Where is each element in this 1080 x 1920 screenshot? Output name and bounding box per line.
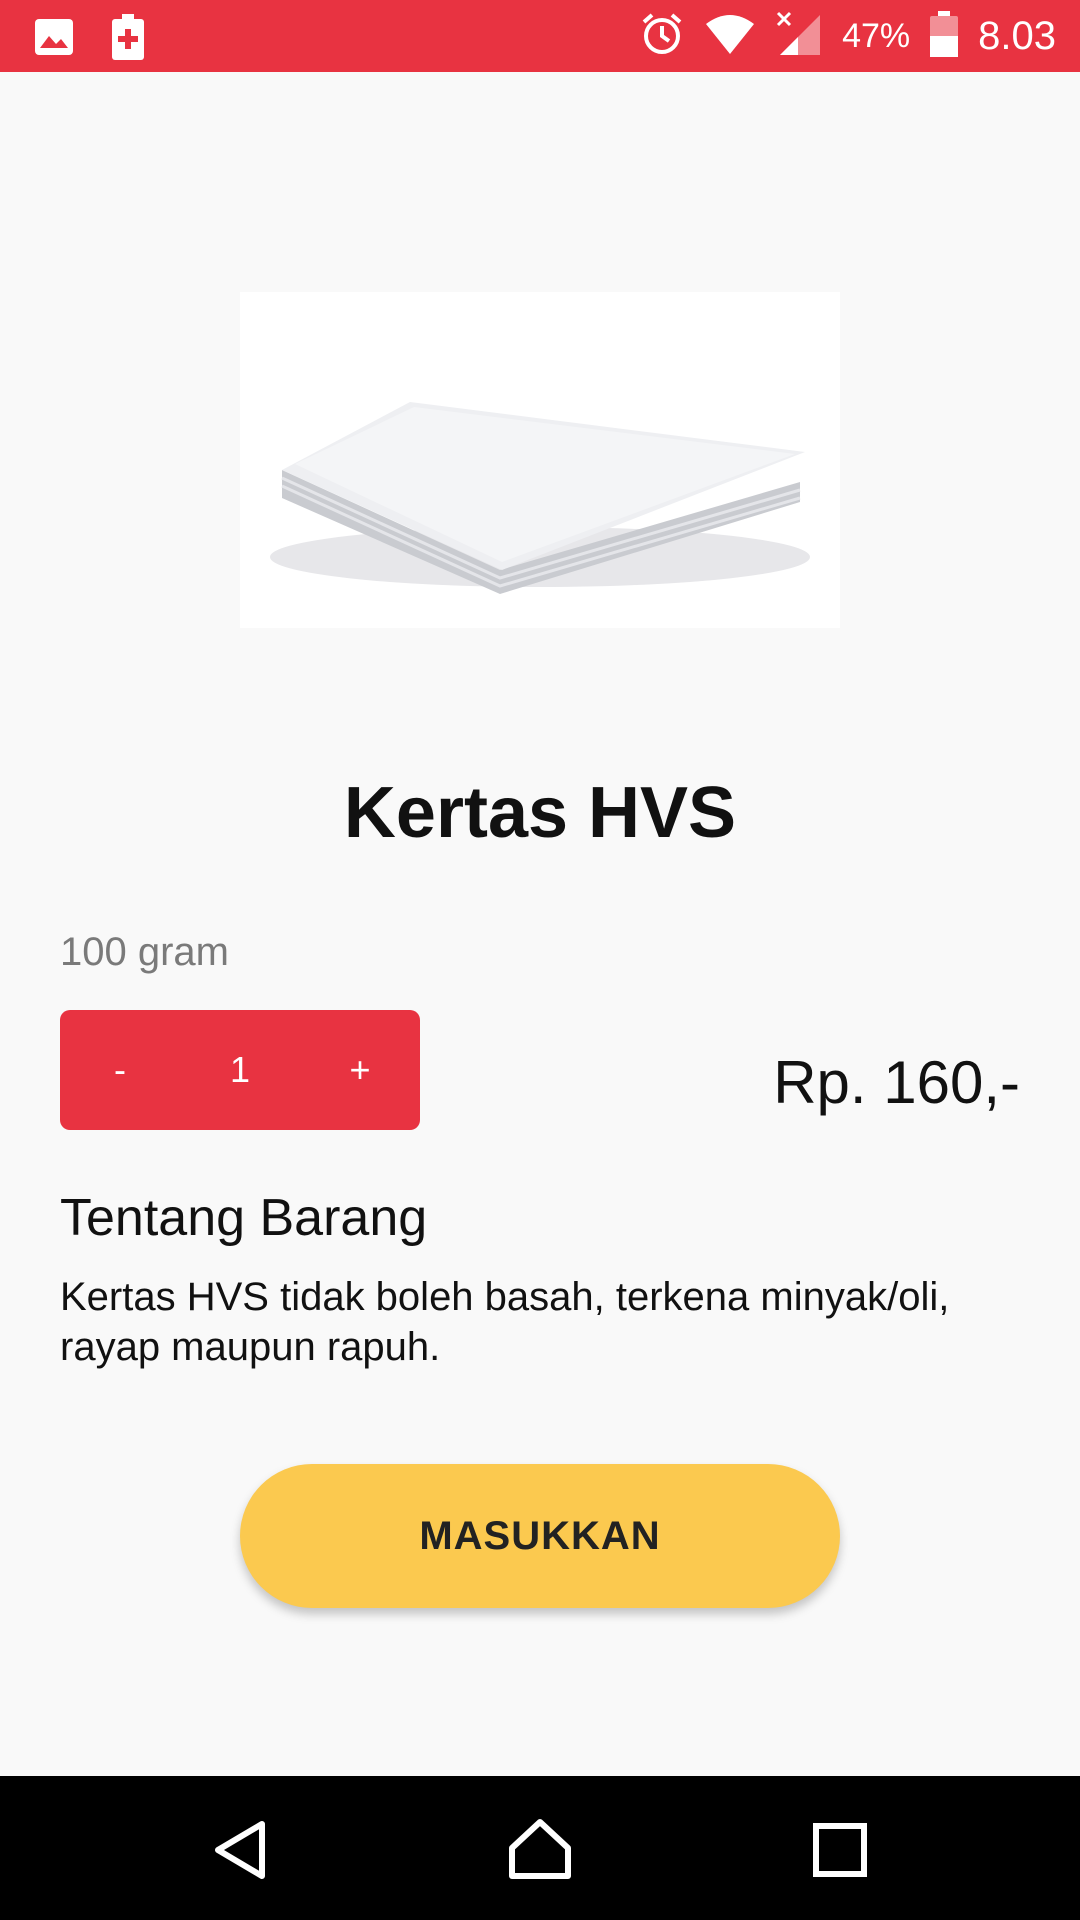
battery-percent: 47% bbox=[842, 16, 911, 55]
status-bar: 47% 8.03 bbox=[0, 0, 1080, 72]
about-heading: Tentang Barang bbox=[60, 1189, 428, 1247]
battery-saver-icon bbox=[112, 14, 144, 65]
home-icon[interactable] bbox=[500, 1810, 580, 1890]
navigation-bar bbox=[0, 1776, 1080, 1920]
paper-stack-image bbox=[270, 402, 810, 594]
add-to-cart-button[interactable]: MASUKKAN bbox=[240, 1464, 840, 1608]
signal-icon bbox=[776, 11, 822, 62]
decrement-button[interactable]: - bbox=[60, 1049, 180, 1091]
product-title: Kertas HVS bbox=[343, 773, 737, 853]
battery-icon bbox=[930, 10, 959, 62]
product-image bbox=[240, 292, 840, 628]
increment-button[interactable]: + bbox=[300, 1049, 420, 1091]
alarm-icon bbox=[640, 12, 684, 61]
product-weight: 100 gram bbox=[60, 930, 229, 974]
status-time: 8.03 bbox=[978, 13, 1056, 58]
product-price: Rp. 160,- bbox=[773, 1049, 1020, 1116]
gallery-icon bbox=[34, 18, 74, 61]
quantity-value: 1 bbox=[229, 1049, 251, 1090]
back-icon[interactable] bbox=[200, 1810, 280, 1890]
wifi-icon bbox=[704, 12, 756, 61]
quantity-stepper: - 1 + bbox=[60, 1010, 420, 1130]
about-description: Kertas HVS tidak boleh basah, terkena mi… bbox=[60, 1275, 950, 1369]
recents-icon[interactable] bbox=[800, 1810, 880, 1890]
